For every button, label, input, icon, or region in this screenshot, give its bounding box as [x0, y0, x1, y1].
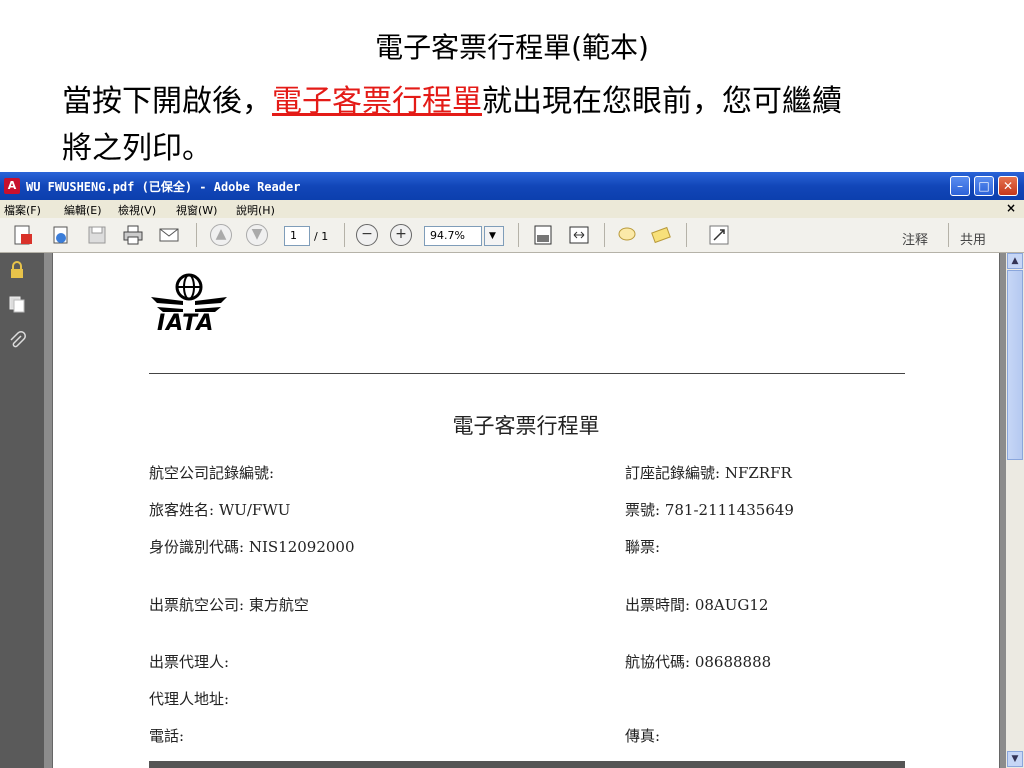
- zoom-in-icon[interactable]: +: [390, 224, 412, 246]
- title-bar[interactable]: A WU FWUSHENG.pdf (已保全) - Adobe Reader –…: [0, 172, 1024, 200]
- navigation-pane: [0, 253, 44, 768]
- scroll-down-icon[interactable]: ▼: [1007, 751, 1023, 767]
- toolbar: ▲ ▼ 1 / 1 − + 94.7% ▼ 注释 共用: [0, 218, 1024, 253]
- save-icon[interactable]: [86, 224, 108, 246]
- vertical-scrollbar[interactable]: ▲ ▼: [1006, 253, 1024, 768]
- toolbar-separator: [604, 223, 605, 247]
- toolbar-separator: [686, 223, 687, 247]
- attachments-icon[interactable]: [8, 331, 26, 349]
- comment-panel-button[interactable]: 注释: [902, 229, 928, 248]
- header-divider: [149, 373, 905, 374]
- next-page-icon[interactable]: ▼: [246, 224, 268, 246]
- conjunction-ticket-field: 聯票:: [625, 538, 661, 556]
- full-screen-icon[interactable]: [708, 224, 730, 246]
- zoom-dropdown-icon[interactable]: ▼: [484, 226, 504, 246]
- menu-help[interactable]: 說明(H): [236, 202, 275, 218]
- instruction-highlight-link[interactable]: 電子客票行程單: [272, 84, 482, 119]
- id-code-field: 身份識別代碼: NIS12092000: [149, 538, 355, 556]
- highlight-tool-icon[interactable]: [650, 224, 672, 246]
- booking-record-field: 訂座記錄編號: NFZRFR: [625, 464, 792, 482]
- iata-logo-text: IATA: [157, 311, 215, 336]
- issuing-agent-field: 出票代理人:: [149, 653, 230, 671]
- fit-page-icon[interactable]: [532, 224, 554, 246]
- page-total: / 1: [314, 230, 329, 243]
- previous-page-icon[interactable]: ▲: [210, 224, 232, 246]
- itinerary-title: 電子客票行程單: [452, 414, 600, 438]
- share-panel-button[interactable]: 共用: [960, 229, 986, 248]
- zoom-level-input[interactable]: 94.7%: [424, 226, 482, 246]
- iata-code-field: 航協代碼: 08688888: [625, 653, 772, 671]
- menu-file[interactable]: 檔案(F): [4, 202, 41, 218]
- pdf-page: IATA 電子客票行程單 航空公司記錄編號: 訂座記錄編號: NFZRFR 旅客…: [52, 253, 1000, 768]
- slide-title: 電子客票行程單(範本): [375, 31, 649, 64]
- zoom-out-icon[interactable]: −: [356, 224, 378, 246]
- close-document-icon[interactable]: ×: [1006, 201, 1016, 215]
- toolbar-separator: [196, 223, 197, 247]
- agent-address-field: 代理人地址:: [149, 690, 230, 708]
- print-icon[interactable]: [122, 224, 144, 246]
- organize-icon[interactable]: [50, 224, 72, 246]
- page-number-input[interactable]: 1: [284, 226, 310, 246]
- maximize-button[interactable]: □: [974, 176, 994, 196]
- minimize-button[interactable]: –: [950, 176, 970, 196]
- fit-width-icon[interactable]: [568, 224, 590, 246]
- instruction-text-end: 就出現在您眼前，您可繼續: [482, 84, 842, 119]
- adobe-reader-app-icon: A: [4, 178, 20, 194]
- menu-window[interactable]: 視窗(W): [176, 202, 217, 218]
- table-top-border: [149, 761, 905, 768]
- menu-view[interactable]: 檢視(V): [118, 202, 156, 218]
- slide-instruction-line1: 當按下開啟後，電子客票行程單就出現在您眼前，您可繼續: [62, 76, 842, 120]
- toolbar-separator: [948, 223, 949, 247]
- close-window-button[interactable]: ✕: [998, 176, 1018, 196]
- toolbar-separator: [344, 223, 345, 247]
- toolbar-separator: [518, 223, 519, 247]
- ticket-number-field: 票號: 781-2111435649: [625, 501, 794, 519]
- pages-icon[interactable]: [8, 295, 26, 313]
- comment-note-icon[interactable]: [616, 224, 638, 246]
- window-title: WU FWUSHENG.pdf (已保全) - Adobe Reader: [26, 180, 301, 194]
- email-icon[interactable]: [158, 224, 180, 246]
- issuing-airline-field: 出票航空公司: 東方航空: [149, 596, 309, 614]
- menu-edit[interactable]: 編輯(E): [64, 202, 102, 218]
- create-pdf-icon[interactable]: [12, 224, 34, 246]
- scroll-up-icon[interactable]: ▲: [1007, 253, 1023, 269]
- instruction-text-start: 當按下開啟後，: [62, 84, 272, 119]
- airline-record-label: 航空公司記錄編號:: [149, 464, 275, 482]
- issue-time-field: 出票時間: 08AUG12: [625, 596, 769, 614]
- adobe-reader-window: A WU FWUSHENG.pdf (已保全) - Adobe Reader –…: [0, 172, 1024, 768]
- fax-field: 傳真:: [625, 727, 661, 745]
- scroll-thumb[interactable]: [1007, 270, 1023, 460]
- document-viewer: IATA 電子客票行程單 航空公司記錄編號: 訂座記錄編號: NFZRFR 旅客…: [44, 253, 1006, 768]
- passenger-name-field: 旅客姓名: WU/FWU: [149, 501, 291, 519]
- lock-icon[interactable]: [8, 261, 26, 279]
- phone-field: 電話:: [149, 727, 185, 745]
- menu-bar: 檔案(F) 編輯(E) 檢視(V) 視窗(W) 說明(H) ×: [0, 200, 1024, 218]
- slide-instruction-line2: 將之列印。: [62, 131, 212, 166]
